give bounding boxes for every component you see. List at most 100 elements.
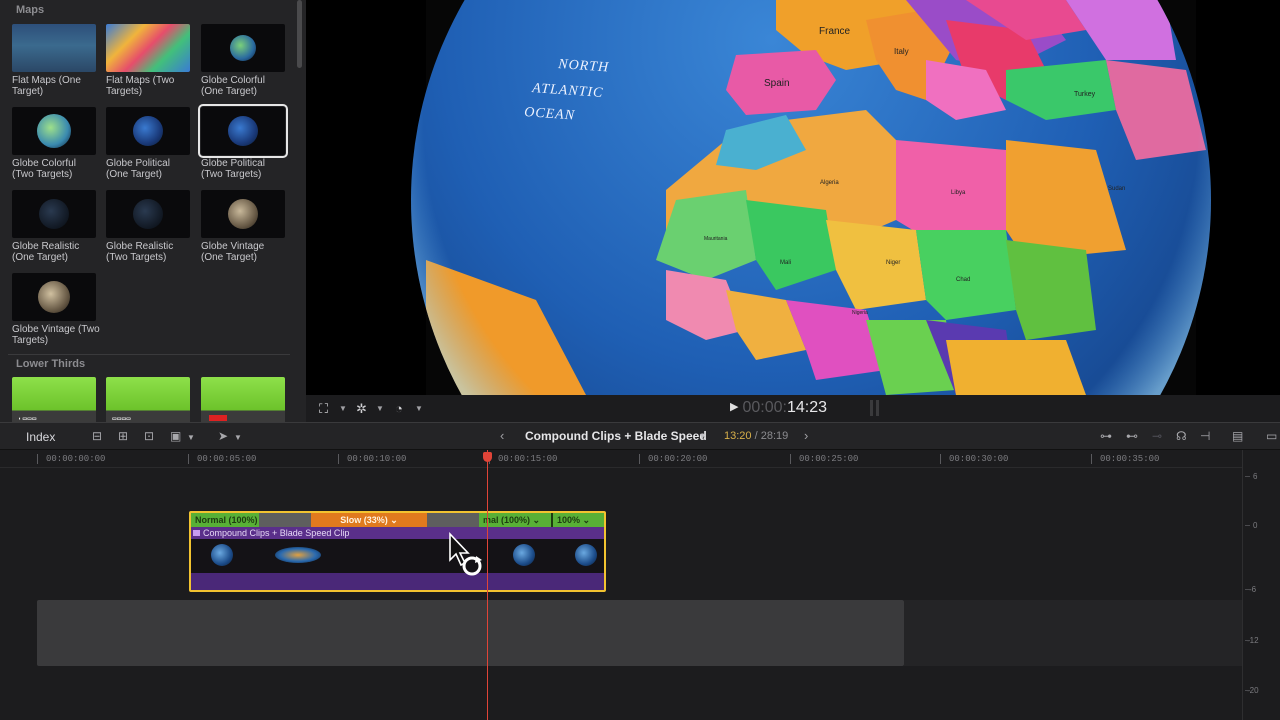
storyline-gap[interactable] xyxy=(37,600,904,666)
speed-segment-slow[interactable]: Slow (33%) ⌄ xyxy=(311,513,427,527)
category-divider xyxy=(8,354,290,355)
headphones-icon[interactable]: ☊ xyxy=(1176,429,1187,443)
chevron-down-icon[interactable]: ▼ xyxy=(376,404,384,413)
ruler-tick xyxy=(338,454,339,464)
audio-skimming-icon[interactable]: ⊸ xyxy=(1152,429,1162,443)
tile-globe-colorful-one-target[interactable]: Globe Colorful (One Target) xyxy=(201,24,289,97)
ruler-label: 00:00:10:00 xyxy=(347,454,407,464)
speedometer-icon[interactable]: ◔ xyxy=(395,401,403,416)
chevron-down-icon[interactable]: ▼ xyxy=(698,431,707,441)
playhead[interactable] xyxy=(487,450,488,720)
label-france: France xyxy=(819,26,851,37)
compound-clip-icon xyxy=(193,530,200,536)
play-icon[interactable]: ▶ xyxy=(730,401,738,413)
clip-name: Compound Clips + Blade Speed Clip xyxy=(203,528,350,538)
index-button[interactable]: Index xyxy=(26,430,55,444)
speed-segment-100[interactable]: 100% ⌄ xyxy=(551,513,604,527)
thumbnail xyxy=(106,107,190,155)
timecode-display: ▶ 00:00:14:23 xyxy=(730,399,827,417)
timeline-toolbar: Index ⊟ ⊞ ⊡ ▣ ▼ ➤ ▼ ‹ Compound Clips + B… xyxy=(0,422,1280,450)
tile-label: Flat Maps (One Target) xyxy=(12,75,81,97)
tile-globe-vintage-two-targets[interactable]: Globe Vintage (Two Targets) xyxy=(12,273,100,346)
select-tool-icon[interactable]: ➤ xyxy=(218,429,228,443)
thumbnail xyxy=(106,190,190,238)
overwrite-clip-icon[interactable]: ▣ xyxy=(170,429,181,443)
tile-flat-maps-two-targets[interactable]: Flat Maps (Two Targets) xyxy=(106,24,194,97)
chevron-down-icon[interactable]: ▼ xyxy=(187,433,195,442)
clip-audio-area xyxy=(191,573,604,590)
clip-appearance-icon[interactable]: ⊶ xyxy=(1100,429,1112,443)
final-cut-pro-window: Maps Flat Maps (One Target) Flat Maps (T… xyxy=(0,0,1280,720)
back-arrow-icon[interactable]: ‹ xyxy=(500,428,504,443)
timeline[interactable]: 00:00:00:00 00:00:05:00 00:00:10:00 00:0… xyxy=(0,450,1242,720)
ruler-tick xyxy=(188,454,189,464)
insert-clip-icon[interactable]: ⊞ xyxy=(118,429,128,443)
playhead-handle[interactable] xyxy=(483,452,492,462)
audio-level-bar xyxy=(870,400,873,416)
append-clip-icon[interactable]: ⊡ xyxy=(144,429,154,443)
chevron-down-icon[interactable]: ▼ xyxy=(234,433,242,442)
ruler-tick xyxy=(1091,454,1092,464)
speed-transition[interactable] xyxy=(259,513,311,527)
meter-label: -6 xyxy=(1249,585,1257,594)
mouse-cursor-icon xyxy=(449,532,482,576)
duration-separator: / xyxy=(751,430,761,442)
tile-lower-third-1[interactable]: ◖ ▭▭▭ xyxy=(12,377,100,422)
speed-segment-normal-2[interactable]: mal (100%) ⌄ xyxy=(479,513,549,527)
thumbnail: ◖ ▭▭▭ xyxy=(12,377,96,422)
project-title[interactable]: Compound Clips + Blade Speed xyxy=(525,429,707,443)
label-algeria: Algeria xyxy=(820,180,839,186)
ruler-label: 00:00:15:00 xyxy=(498,454,558,464)
snapping-icon[interactable]: ⊣ xyxy=(1200,429,1210,443)
tile-globe-realistic-one-target[interactable]: Globe Realistic (One Target) xyxy=(12,190,100,263)
thumbnail xyxy=(12,107,96,155)
tile-lower-third-2[interactable]: ▭▭▭▭ xyxy=(106,377,194,422)
retime-bar[interactable]: Normal (100%) Slow (33%) ⌄ mal (100%) ⌄ … xyxy=(191,513,604,527)
compound-clip[interactable]: Normal (100%) Slow (33%) ⌄ mal (100%) ⌄ … xyxy=(189,511,606,592)
tile-globe-colorful-two-targets[interactable]: Globe Colorful (Two Targets) xyxy=(12,107,100,180)
label-mali: Mali xyxy=(780,260,791,266)
tile-globe-political-one-target[interactable]: Globe Political (One Target) xyxy=(106,107,194,180)
connect-clip-icon[interactable]: ⊟ xyxy=(92,429,102,443)
label-sudan: Sudan xyxy=(1108,186,1125,192)
category-header-lower-thirds: Lower Thirds xyxy=(16,358,86,370)
label-niger: Niger xyxy=(886,260,900,266)
chevron-down-icon[interactable]: ▼ xyxy=(415,404,423,413)
timeline-empty-area xyxy=(904,600,1242,666)
tile-globe-vintage-one-target[interactable]: Globe Vintage (One Target) xyxy=(201,190,289,263)
browser-scrollbar[interactable] xyxy=(297,0,302,68)
globe-render: NORTH ATLANTIC OCEAN France Spain Italy … xyxy=(306,0,1280,395)
forward-arrow-icon[interactable]: › xyxy=(804,428,808,443)
speed-transition[interactable] xyxy=(427,513,479,527)
audio-meters: 6 0 -6 -12 -20 xyxy=(1242,450,1280,720)
thumbnail: ▭▭▭▭ xyxy=(106,377,190,422)
tile-label: Globe Colorful (One Target) xyxy=(201,75,265,97)
viewer-controls: ⛶ ▼ ✲ ▼ ◔ ▼ ▶ 00:00:14:23 xyxy=(306,395,1280,422)
tile-label: Globe Political (One Target) xyxy=(106,158,170,180)
tile-flat-maps-one-target[interactable]: Flat Maps (One Target) xyxy=(12,24,100,97)
ruler-tick xyxy=(639,454,640,464)
chevron-down-icon[interactable]: ▼ xyxy=(339,404,347,413)
tile-label: Globe Realistic (One Target) xyxy=(12,241,80,263)
label-chad: Chad xyxy=(956,277,970,283)
generators-browser: Maps Flat Maps (One Target) Flat Maps (T… xyxy=(0,0,306,422)
skimming-icon[interactable]: ⊷ xyxy=(1126,429,1138,443)
transform-icon[interactable]: ⛶ xyxy=(319,401,328,417)
timeline-ruler[interactable]: 00:00:00:00 00:00:05:00 00:00:10:00 00:0… xyxy=(0,450,1242,468)
meter-label: 0 xyxy=(1253,521,1258,530)
speed-segment-normal[interactable]: Normal (100%) xyxy=(191,513,259,527)
thumbnail xyxy=(201,377,285,422)
tile-lower-third-3[interactable] xyxy=(201,377,289,422)
effects-browser-icon[interactable]: ▭ xyxy=(1266,429,1277,443)
thumbnail xyxy=(12,273,96,321)
tile-globe-political-two-targets[interactable]: Globe Political (Two Targets) xyxy=(198,104,289,180)
clip-info-icon[interactable]: ▤ xyxy=(1232,429,1243,443)
tile-globe-realistic-two-targets[interactable]: Globe Realistic (Two Targets) xyxy=(106,190,194,263)
tile-label: Globe Colorful (Two Targets) xyxy=(12,158,76,180)
filmstrip-frame xyxy=(275,547,321,563)
tile-label: Globe Political (Two Targets) xyxy=(201,158,265,180)
filmstrip-frame xyxy=(575,544,597,566)
audio-level-bar xyxy=(876,400,879,416)
thumbnail xyxy=(106,24,190,72)
magic-wand-icon[interactable]: ✲ xyxy=(356,401,367,417)
